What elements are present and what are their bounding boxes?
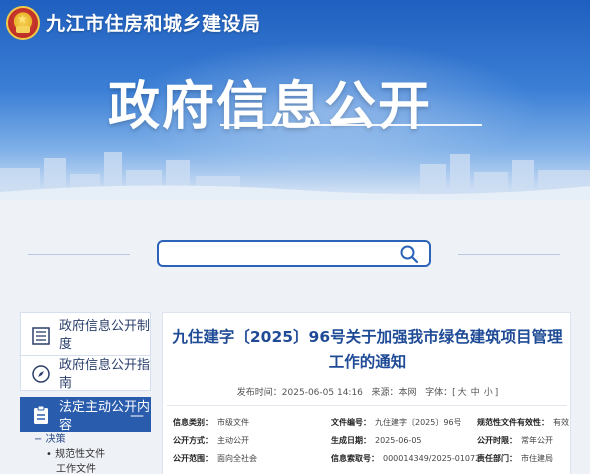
national-emblem-icon: ★ [6,6,40,40]
compass-icon [32,365,50,383]
sidebar-subitem-work-docs[interactable]: 工作文件 [20,462,151,474]
header-banner: ★ 九江市住房和城乡建设局 政府信息公开 [0,0,590,200]
font-size-medium[interactable]: 中 [471,388,480,398]
sidebar-item-label: 政府信息公开制度 [59,319,151,352]
sidebar-subitem-decision[interactable]: − 决策 [20,432,151,447]
info-row: 信息类别： 市级文件 文件编号： 九住建字〔2025〕96号 规范性文件有效性： 有效 [173,417,569,435]
article-meta: 发布时间：2025-06-05 14:16 来源：本网 字体：[大中小] [236,388,499,398]
sidebar-item-disclosure-guide[interactable]: 政府信息公开指南 [20,355,151,391]
info-cell: 公开范围： 面向全社会 [173,454,257,463]
publish-time: 2025-06-05 14:16 [281,388,363,398]
sidebar-sub-list: − 决策 • 规范性文件 工作文件 [20,432,151,474]
collapse-icon[interactable]: — [130,408,144,424]
font-size-switcher: [大中小] [452,388,499,398]
search-divider-right [458,254,560,255]
sidebar-item-disclosure-system[interactable]: 政府信息公开制度 [20,312,151,358]
info-cell: 公开时限： 常年公开 [477,436,553,445]
sidebar-item-active-disclosure[interactable]: 法定主动公开内容 — [20,397,151,433]
document-info-table: 信息类别： 市级文件 文件编号： 九住建字〔2025〕96号 规范性文件有效性： 有效… [173,417,569,471]
font-size-large[interactable]: 大 [458,388,467,398]
article-source: 本网 [398,388,417,398]
page-heading: 政府信息公开 [108,77,433,137]
article-panel: 九住建字〔2025〕96号关于加强我市绿色建筑项目管理工作的通知 发布时间：20… [162,312,571,474]
info-row: 公开方式： 主动公开 生成日期： 2025-06-05 公开时限： 常年公开 [173,435,569,453]
article-title: 九住建字〔2025〕96号关于加强我市绿色建筑项目管理工作的通知 [172,328,563,371]
expand-prefix-icon: − [34,434,43,445]
bullet-icon: • [46,449,52,460]
search-icon[interactable] [399,244,419,264]
font-size-small[interactable]: 小 [484,388,493,398]
info-cell: 规范性文件有效性： 有效 [477,418,569,427]
info-row: 公开范围： 面向全社会 信息索取号： 000014349/2025-01072 责任… [173,453,569,471]
info-cell: 生成日期： 2025-06-05 [331,436,422,445]
city-skyline-graphic [0,152,590,200]
sidebar-subitem-normative-docs[interactable]: • 规范性文件 [20,447,151,462]
meta-divider [167,405,567,406]
info-cell: 文件编号： 九住建字〔2025〕96号 [331,418,462,427]
clipboard-icon [34,405,48,424]
sidebar-item-label: 政府信息公开指南 [59,358,151,391]
document-list-icon [32,327,50,345]
info-cell: 信息索取号： 000014349/2025-01072 [331,454,481,463]
heading-underline [220,124,482,126]
search-bar[interactable] [157,240,431,267]
info-cell: 信息类别： 市级文件 [173,418,249,427]
site-name[interactable]: 九江市住房和城乡建设局 [46,9,261,36]
search-input[interactable] [167,245,397,263]
search-divider-left [28,254,130,255]
info-cell: 公开方式： 主动公开 [173,436,249,445]
info-cell: 责任部门： 市住建局 [477,454,553,463]
